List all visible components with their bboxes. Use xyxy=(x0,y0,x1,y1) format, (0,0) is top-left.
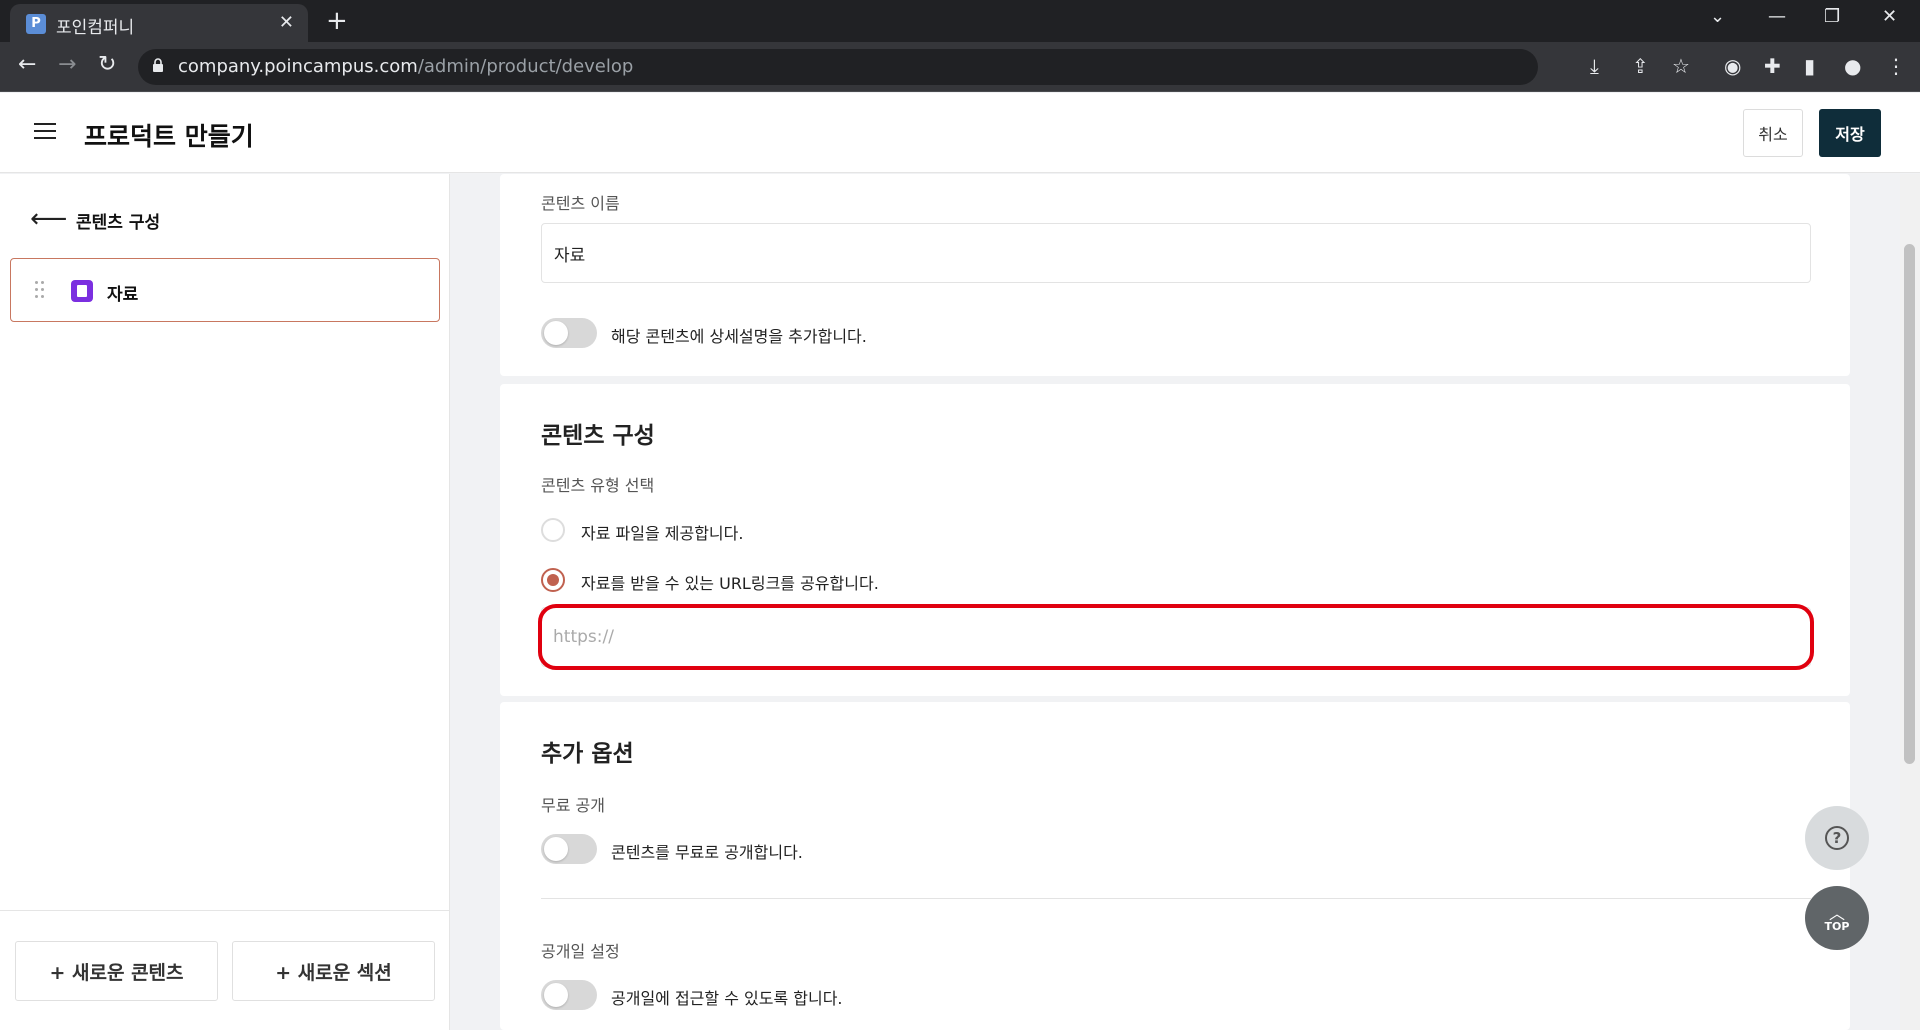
additional-options-card: 추가 옵션 무료 공개 콘텐츠를 무료로 공개합니다. 공개일 설정 공개일에 … xyxy=(500,702,1850,1030)
help-icon: ? xyxy=(1825,826,1849,850)
lock-icon xyxy=(153,58,163,72)
top-label: TOP xyxy=(1824,920,1850,933)
app-header: 프로덕트 만들기 취소 저장 xyxy=(0,93,1920,173)
back-icon[interactable]: ← xyxy=(18,52,36,77)
options-title: 추가 옵션 xyxy=(541,741,634,767)
open-date-toggle[interactable] xyxy=(541,980,597,1010)
free-open-toggle-label: 콘텐츠를 무료로 공개합니다. xyxy=(611,843,803,862)
extensions-icon[interactable]: ✚ xyxy=(1764,54,1781,78)
window-close-icon[interactable]: ✕ xyxy=(1882,6,1897,27)
content-composition-card: 콘텐츠 구성 콘텐츠 유형 선택 자료 파일을 제공합니다. 자료를 받을 수 … xyxy=(500,384,1850,696)
back-label: 콘텐츠 구성 xyxy=(76,213,161,233)
new-section-button[interactable]: + 새로운 섹션 xyxy=(232,941,435,1001)
favicon-icon: P xyxy=(26,14,46,34)
new-tab-icon[interactable]: + xyxy=(326,6,348,36)
install-icon[interactable]: ⤓ xyxy=(1590,54,1599,78)
minimize-icon[interactable]: — xyxy=(1768,6,1786,27)
save-button[interactable]: 저장 xyxy=(1819,109,1881,157)
open-date-label: 공개일 설정 xyxy=(541,942,620,961)
radio-file[interactable] xyxy=(541,518,565,542)
browser-tab[interactable]: P 포인컴퍼니 ✕ xyxy=(10,4,308,42)
new-content-button[interactable]: + 새로운 콘텐츠 xyxy=(15,941,218,1001)
scrollbar-thumb[interactable] xyxy=(1904,244,1915,764)
description-toggle-label: 해당 콘텐츠에 상세설명을 추가합니다. xyxy=(611,327,867,346)
bookmark-star-icon[interactable]: ☆ xyxy=(1672,54,1690,78)
composition-title: 콘텐츠 구성 xyxy=(541,423,655,449)
free-open-toggle[interactable] xyxy=(541,834,597,864)
description-toggle[interactable] xyxy=(541,318,597,348)
tab-title: 포인컴퍼니 xyxy=(56,18,135,38)
hamburger-menu-icon[interactable] xyxy=(34,123,56,141)
scrollbar[interactable] xyxy=(1900,174,1920,1030)
cancel-button[interactable]: 취소 xyxy=(1743,109,1803,157)
content-type-label: 콘텐츠 유형 선택 xyxy=(541,476,655,495)
document-icon xyxy=(71,280,93,302)
scroll-top-button[interactable]: ︿ TOP xyxy=(1805,886,1869,950)
restore-icon[interactable]: ❐ xyxy=(1824,6,1840,27)
share-icon[interactable]: ⇪ xyxy=(1632,54,1649,78)
free-open-label: 무료 공개 xyxy=(541,796,605,815)
arrow-left-icon[interactable]: ⟵ xyxy=(30,204,67,234)
drag-handle-icon[interactable] xyxy=(35,281,45,299)
reload-icon[interactable]: ↻ xyxy=(98,52,116,77)
camera-icon[interactable]: ◉ xyxy=(1724,54,1741,78)
highlight-box xyxy=(538,604,1814,670)
radio-file-label: 자료 파일을 제공합니다. xyxy=(581,524,744,543)
url-field[interactable]: company.poincampus.com/admin/product/dev… xyxy=(138,49,1538,85)
profile-icon[interactable]: ● xyxy=(1844,54,1861,78)
content-basic-card: 콘텐츠 이름 해당 콘텐츠에 상세설명을 추가합니다. xyxy=(500,174,1850,376)
browser-tab-bar: P 포인컴퍼니 ✕ + ⌄ — ❐ ✕ xyxy=(0,0,1920,42)
side-panel-icon[interactable]: ▮ xyxy=(1804,54,1815,78)
page-title: 프로덕트 만들기 xyxy=(84,122,254,151)
address-bar: ← → ↻ company.poincampus.com/admin/produ… xyxy=(0,42,1920,92)
content-name-input[interactable] xyxy=(541,223,1811,283)
sidebar-item-content[interactable]: 자료 xyxy=(10,258,440,322)
menu-kebab-icon[interactable]: ⋮ xyxy=(1886,54,1906,78)
sidebar-item-label: 자료 xyxy=(107,285,139,305)
radio-url[interactable] xyxy=(541,568,565,592)
sidebar-footer: + 새로운 콘텐츠 + 새로운 섹션 xyxy=(0,910,449,1030)
help-button[interactable]: ? xyxy=(1805,806,1869,870)
url-text: company.poincampus.com/admin/product/dev… xyxy=(178,56,634,77)
chevron-down-icon[interactable]: ⌄ xyxy=(1710,6,1725,27)
radio-url-label: 자료를 받을 수 있는 URL링크를 공유합니다. xyxy=(581,574,879,593)
sidebar: ⟵ 콘텐츠 구성 자료 + 새로운 콘텐츠 + 새로운 섹션 xyxy=(0,174,450,1030)
close-tab-icon[interactable]: ✕ xyxy=(279,12,294,33)
divider xyxy=(541,898,1811,899)
content-name-label: 콘텐츠 이름 xyxy=(541,194,620,213)
forward-icon[interactable]: → xyxy=(58,52,76,77)
open-date-toggle-label: 공개일에 접근할 수 있도록 합니다. xyxy=(611,989,843,1008)
